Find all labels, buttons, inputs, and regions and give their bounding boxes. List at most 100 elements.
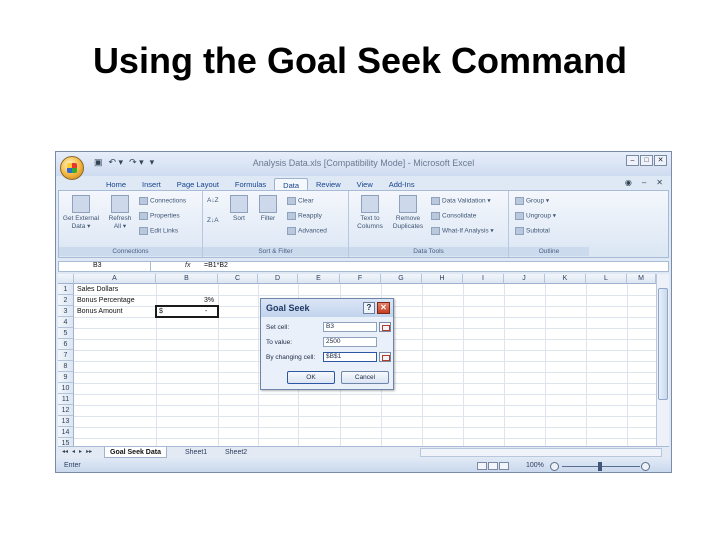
dialog-help-button[interactable]: ?	[363, 302, 375, 314]
cell-a3[interactable]: Bonus Amount	[77, 306, 123, 317]
sort-ascending-button[interactable]: A↓Z	[207, 197, 219, 205]
zoom-level[interactable]: 100%	[526, 462, 544, 469]
row-header[interactable]: 8	[58, 361, 74, 372]
changing-cell-collapse-icon[interactable]	[379, 352, 391, 362]
row-header[interactable]: 7	[58, 350, 74, 361]
what-if-analysis-button[interactable]: What-If Analysis ▾	[431, 227, 494, 236]
column-header[interactable]: A	[74, 274, 156, 284]
next-sheet-icon[interactable]: ▸	[79, 448, 82, 455]
row-header[interactable]: 5	[58, 328, 74, 339]
row-header[interactable]: 3	[58, 306, 74, 317]
row-header[interactable]: 9	[58, 372, 74, 383]
close-button[interactable]: ✕	[654, 155, 667, 166]
formula-bar: B3 fx =B1*B2	[58, 261, 669, 272]
office-button[interactable]	[60, 156, 84, 180]
ok-button[interactable]: OK	[287, 371, 335, 384]
row-header[interactable]: 4	[58, 317, 74, 328]
reapply-button[interactable]: Reapply	[287, 212, 322, 221]
dialog-close-button[interactable]: ✕	[377, 302, 390, 314]
set-cell-input[interactable]: B3	[323, 322, 377, 332]
sheet-tab-goal-seek-data[interactable]: Goal Seek Data	[104, 447, 167, 458]
changing-cell-input[interactable]: $B$1	[323, 352, 377, 362]
remove-duplicates-button[interactable]: Remove Duplicates	[389, 195, 427, 231]
edit-links-button[interactable]: Edit Links	[139, 227, 178, 236]
row-header[interactable]: 1	[58, 284, 74, 295]
prev-sheet-icon[interactable]: ◂	[72, 448, 75, 455]
ribbon-minimize-icon[interactable]: –	[642, 178, 646, 187]
column-header[interactable]: B	[156, 274, 218, 284]
last-sheet-icon[interactable]: ▸▸	[86, 448, 92, 455]
page-layout-view-button[interactable]	[488, 462, 498, 470]
group-icon	[515, 197, 524, 205]
get-external-data-button[interactable]: Get External Data ▾	[61, 195, 101, 231]
vertical-scroll-thumb[interactable]	[658, 288, 668, 400]
minimize-button[interactable]: –	[626, 155, 639, 166]
column-header[interactable]: H	[422, 274, 463, 284]
set-cell-collapse-icon[interactable]	[379, 322, 391, 332]
filter-button[interactable]: Filter	[255, 195, 281, 223]
formula-input[interactable]: =B1*B2	[204, 262, 228, 269]
column-header[interactable]: D	[258, 274, 298, 284]
sheet-tab-sheet1[interactable]: Sheet1	[180, 447, 212, 458]
help-icon[interactable]: ◉	[625, 178, 632, 187]
vertical-scrollbar[interactable]	[656, 274, 669, 446]
gridline	[74, 394, 656, 395]
row-header[interactable]: 11	[58, 394, 74, 405]
row-header[interactable]: 15	[58, 438, 74, 446]
ungroup-button[interactable]: Ungroup ▾	[515, 212, 556, 221]
sheet-nav: ◂◂ ◂ ▸ ▸▸	[62, 448, 92, 455]
window-title: Analysis Data.xls [Compatibility Mode] -…	[252, 158, 475, 168]
group-button[interactable]: Group ▾	[515, 197, 549, 206]
data-validation-button[interactable]: Data Validation ▾	[431, 197, 491, 206]
column-header[interactable]: L	[586, 274, 627, 284]
zoom-slider[interactable]	[550, 462, 650, 471]
sort-descending-button[interactable]: Z↓A	[207, 217, 219, 225]
cancel-button[interactable]: Cancel	[341, 371, 389, 384]
gridline	[74, 438, 656, 439]
row-header[interactable]: 12	[58, 405, 74, 416]
page-break-view-button[interactable]	[499, 462, 509, 470]
row-header[interactable]: 14	[58, 427, 74, 438]
sheet-tab-sheet2[interactable]: Sheet2	[220, 447, 252, 458]
ribbon-close-icon[interactable]: ✕	[656, 178, 663, 187]
insert-function-icon[interactable]: fx	[185, 262, 190, 269]
column-header[interactable]: M	[627, 274, 656, 284]
row-header[interactable]: 6	[58, 339, 74, 350]
column-header[interactable]: I	[463, 274, 504, 284]
to-value-input[interactable]: 2500	[323, 337, 377, 347]
view-buttons	[477, 462, 509, 470]
advanced-icon	[287, 227, 296, 235]
maximize-button[interactable]: □	[640, 155, 653, 166]
sort-button[interactable]: Sort	[227, 195, 251, 223]
zoom-knob[interactable]	[598, 462, 602, 471]
connections-button[interactable]: Connections	[139, 197, 186, 206]
zoom-out-button[interactable]	[550, 462, 559, 471]
properties-button[interactable]: Properties	[139, 212, 180, 221]
first-sheet-icon[interactable]: ◂◂	[62, 448, 68, 455]
column-header[interactable]: C	[218, 274, 258, 284]
group-label-connections: Connections	[59, 247, 202, 256]
normal-view-button[interactable]	[477, 462, 487, 470]
select-all-corner[interactable]	[58, 274, 74, 284]
column-header[interactable]: K	[545, 274, 586, 284]
subtotal-button[interactable]: Subtotal	[515, 227, 550, 236]
column-header[interactable]: G	[381, 274, 422, 284]
row-header[interactable]: 13	[58, 416, 74, 427]
consolidate-button[interactable]: Consolidate	[431, 212, 476, 221]
row-header[interactable]: 2	[58, 295, 74, 306]
refresh-all-button[interactable]: Refresh All ▾	[105, 195, 135, 231]
row-header[interactable]: 10	[58, 383, 74, 394]
clear-button[interactable]: Clear	[287, 197, 314, 206]
horizontal-scrollbar[interactable]	[420, 448, 662, 457]
advanced-button[interactable]: Advanced	[287, 227, 327, 236]
column-header[interactable]: F	[340, 274, 381, 284]
gridline	[463, 284, 464, 446]
ribbon-window-controls: ◉ – ✕	[625, 178, 663, 187]
column-header[interactable]: J	[504, 274, 545, 284]
cell-a1[interactable]: Sales Dollars	[77, 284, 118, 295]
column-header[interactable]: E	[298, 274, 340, 284]
zoom-in-button[interactable]	[641, 462, 650, 471]
text-to-columns-button[interactable]: Text to Columns	[353, 195, 387, 231]
name-box[interactable]: B3	[59, 262, 151, 271]
cell-a2[interactable]: Bonus Percentage	[77, 295, 135, 306]
